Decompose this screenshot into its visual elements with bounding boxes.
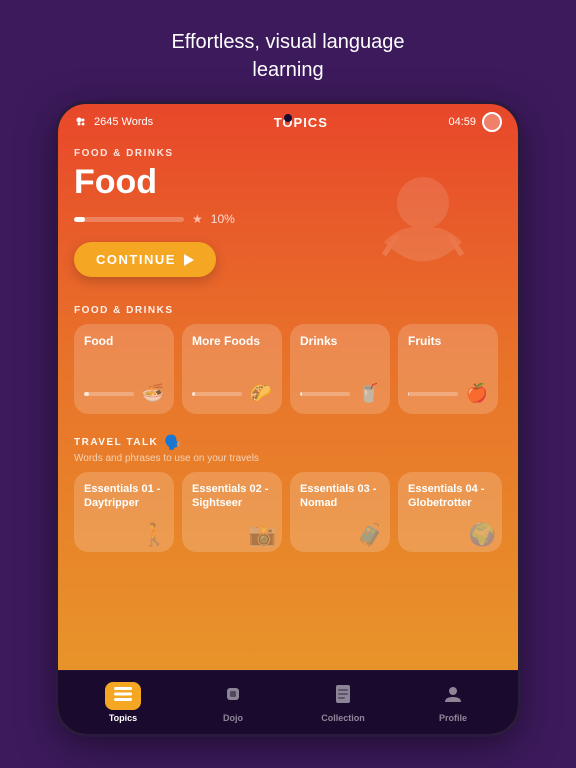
topic-card-more-foods[interactable]: More Foods 🌮 [182,324,282,414]
essentials-figure-3: 🧳 [357,522,384,548]
nav-dojo-label: Dojo [223,713,243,723]
more-foods-card-icon: 🌮 [250,383,272,404]
device-screen: 2645 Words TOPICS 04:59 FOOD & DRINKS Fo… [58,104,518,734]
continue-button[interactable]: CONTINUE [74,242,216,277]
essentials-card-2[interactable]: Essentials 02 - Sightseer 📸 [182,472,282,552]
nav-dojo-icon-wrap [215,682,251,710]
essentials-card-1-title: Essentials 01 - Daytripper [84,482,164,511]
food-mini-progress-fill [84,392,89,396]
timer-area: 04:59 [448,112,502,132]
topic-card-food[interactable]: Food 🍜 [74,324,174,414]
topic-card-drinks-bottom: 🥤 [300,383,380,404]
bottom-nav: Topics Dojo [58,670,518,734]
topic-card-more-foods-bottom: 🌮 [192,383,272,404]
food-card-icon: 🍜 [142,383,164,404]
nav-profile-label: Profile [439,713,467,723]
topic-card-more-foods-title: More Foods [192,334,272,348]
essentials-card-2-title: Essentials 02 - Sightseer [192,482,272,511]
fruits-mini-progress-fill [408,392,409,396]
screen-title: TOPICS [274,115,328,130]
profile-icon [444,685,462,708]
nav-collection-icon-wrap [325,682,361,710]
food-mini-progress [84,392,134,396]
travel-talk-icon: 🗣️ [164,434,181,451]
nav-profile-icon-wrap [435,682,471,710]
essentials-card-4[interactable]: Essentials 04 - Globetrotter 🌍 [398,472,502,552]
drinks-mini-progress [300,392,350,396]
travel-header: TRAVEL TALK 🗣️ [58,430,518,453]
travel-section: TRAVEL TALK 🗣️ Words and phrases to use … [58,426,518,568]
progress-star-icon: ★ [192,212,203,226]
topic-card-drinks-title: Drinks [300,334,380,348]
nav-item-topics[interactable]: Topics [68,682,178,723]
essentials-card-3[interactable]: Essentials 03 - Nomad 🧳 [290,472,390,552]
essentials-figure-4: 🌍 [469,522,496,548]
food-drinks-cards-row: Food 🍜 More Foods 🌮 [58,324,518,426]
main-content[interactable]: FOOD & DRINKS Food ★ 10% CONTINUE FOOD &… [58,140,518,670]
status-bar: 2645 Words TOPICS 04:59 [58,104,518,140]
drinks-mini-progress-fill [300,392,302,396]
essentials-figure-1: 🚶 [141,522,168,548]
dojo-icon [224,685,242,708]
device-notch [284,114,292,122]
topic-card-fruits[interactable]: Fruits 🍎 [398,324,498,414]
words-count-area: 2645 Words [74,115,153,129]
topics-icon [114,687,132,706]
timer-text: 04:59 [448,116,476,128]
essentials-figure-2: 📸 [249,522,276,548]
essentials-cards-row: Essentials 01 - Daytripper 🚶 Essentials … [58,472,518,564]
hero-progress-pct: 10% [211,212,235,226]
drinks-card-icon: 🥤 [358,383,380,404]
hero-progress-row: ★ 10% [74,212,502,226]
hero-progress-bar-container [74,217,184,222]
device-frame: 2645 Words TOPICS 04:59 FOOD & DRINKS Fo… [58,104,518,734]
hero-progress-bar-fill [74,217,85,222]
hero-category-label: FOOD & DRINKS [74,148,502,159]
travel-subtitle: Words and phrases to use on your travels [58,453,518,472]
essentials-card-3-title: Essentials 03 - Nomad [300,482,380,511]
hero-title: Food [74,163,502,202]
continue-label: CONTINUE [96,252,176,267]
words-icon [74,115,88,129]
collection-icon [336,685,350,708]
topic-card-food-bottom: 🍜 [84,383,164,404]
nav-topics-label: Topics [109,713,137,723]
topic-card-fruits-bottom: 🍎 [408,383,488,404]
more-foods-mini-progress [192,392,242,396]
nav-item-dojo[interactable]: Dojo [178,682,288,723]
timer-circle-icon [482,112,502,132]
page-subtitle: Effortless, visual language learning [171,28,404,84]
essentials-card-1[interactable]: Essentials 01 - Daytripper 🚶 [74,472,174,552]
food-drinks-section-label: FOOD & DRINKS [58,293,518,324]
nav-topics-icon-wrap [105,682,141,710]
fruits-mini-progress [408,392,458,396]
topic-card-food-title: Food [84,334,164,348]
travel-section-label: TRAVEL TALK [74,437,158,448]
nav-item-profile[interactable]: Profile [398,682,508,723]
essentials-card-4-title: Essentials 04 - Globetrotter [408,482,492,511]
fruits-card-icon: 🍎 [466,383,488,404]
nav-collection-label: Collection [321,713,365,723]
play-icon [184,254,194,266]
words-count-label: 2645 Words [94,116,153,128]
topic-card-fruits-title: Fruits [408,334,488,348]
hero-section: FOOD & DRINKS Food ★ 10% CONTINUE [58,140,518,293]
nav-item-collection[interactable]: Collection [288,682,398,723]
topic-card-drinks[interactable]: Drinks 🥤 [290,324,390,414]
more-foods-mini-progress-fill [192,392,195,396]
